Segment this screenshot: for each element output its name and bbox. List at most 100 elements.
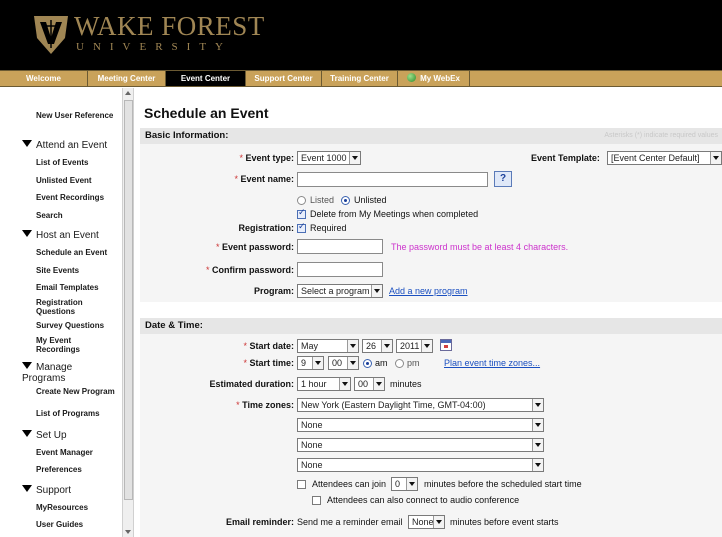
sidebar-item-user-guides[interactable]: User Guides [36, 520, 116, 529]
tab-welcome[interactable]: Welcome [0, 71, 88, 86]
sidebar-section-attend[interactable]: Attend an Event [22, 140, 120, 151]
email-reminder-value: None [412, 517, 434, 527]
time-zone-2-value: None [301, 420, 323, 430]
sidebar-item-list-of-events[interactable]: List of Events [36, 158, 116, 167]
time-zone-1-value: New York (Eastern Daylight Time, GMT-04:… [301, 400, 486, 410]
chevron-down-icon [532, 459, 543, 471]
tab-training-center[interactable]: Training Center [322, 71, 398, 86]
sidebar-section-support[interactable]: Support [22, 485, 120, 496]
sidebar-item-preferences[interactable]: Preferences [36, 465, 116, 474]
site-header: WAKE FOREST UNIVERSITY [0, 0, 722, 70]
time-zone-2-select[interactable]: None [297, 418, 544, 432]
sidebar-item-event-recordings[interactable]: Event Recordings [36, 193, 116, 202]
email-reminder-suffix: minutes before event starts [450, 517, 559, 527]
sidebar-scrollbar[interactable] [122, 88, 134, 537]
start-year-select[interactable]: 2011 [396, 339, 433, 353]
attendees-can-join-checkbox[interactable] [297, 480, 306, 489]
tab-support-center[interactable]: Support Center [246, 71, 322, 86]
basic-information-header: Basic Information: Asterisks (*) indicat… [140, 128, 722, 144]
sidebar-item-myresources[interactable]: MyResources [36, 503, 116, 512]
tab-training-center-label: Training Center [330, 74, 389, 83]
chevron-down-icon [532, 399, 543, 411]
registration-required-checkbox[interactable] [297, 222, 306, 233]
collapse-triangle-icon [22, 140, 32, 147]
start-month-select[interactable]: May [297, 339, 359, 353]
add-new-program-link[interactable]: Add a new program [389, 286, 468, 296]
sidebar-section-host[interactable]: Host an Event [22, 230, 120, 241]
join-minutes-select[interactable]: 0 [391, 477, 418, 491]
time-zone-4-value: None [301, 460, 323, 470]
am-radio[interactable] [363, 359, 372, 368]
confirm-password-input[interactable] [297, 262, 383, 277]
start-time-label: * Start time: [243, 358, 294, 368]
start-minute-value: 00 [332, 358, 343, 368]
delete-when-completed-checkbox[interactable] [297, 208, 306, 219]
start-time-label-text: Start time: [249, 358, 294, 368]
sidebar-item-registration-questions[interactable]: Registration Questions [36, 298, 116, 316]
sidebar-item-event-manager[interactable]: Event Manager [36, 448, 116, 457]
tab-my-webex[interactable]: My WebEx [398, 71, 470, 86]
collapse-triangle-icon [22, 230, 32, 237]
calendar-icon[interactable] [440, 339, 452, 351]
sidebar-scroll-thumb[interactable] [124, 100, 133, 500]
email-reminder-select[interactable]: None [408, 515, 445, 529]
unlisted-radio[interactable] [341, 196, 350, 205]
start-day-value: 26 [366, 341, 377, 351]
sidebar-section-setup-label: Set Up [36, 430, 67, 441]
registration-required-label: Required [310, 223, 347, 233]
plan-time-zones-link[interactable]: Plan event time zones... [444, 358, 540, 368]
sidebar-section-setup[interactable]: Set Up [22, 430, 120, 441]
required-asterisk: * [239, 153, 243, 163]
event-type-select[interactable]: Event 1000 [297, 151, 361, 165]
audio-conference-checkbox[interactable] [312, 496, 321, 505]
program-select[interactable]: Select a program [297, 284, 383, 298]
sidebar-item-unlisted-event[interactable]: Unlisted Event [36, 176, 116, 185]
start-minute-select[interactable]: 00 [328, 356, 359, 370]
start-year-value: 2011 [400, 341, 420, 351]
pm-radio[interactable] [395, 359, 404, 368]
sidebar-item-list-of-programs[interactable]: List of Programs [36, 409, 116, 418]
sidebar-item-email-templates[interactable]: Email Templates [36, 283, 116, 292]
tab-meeting-center[interactable]: Meeting Center [88, 71, 166, 86]
join-minutes-value: 0 [395, 479, 401, 489]
program-label: Program: [253, 286, 294, 296]
sidebar-item-survey-questions[interactable]: Survey Questions [36, 321, 116, 330]
scroll-down-arrow-icon[interactable] [125, 530, 131, 534]
start-hour-select[interactable]: 9 [297, 356, 324, 370]
scroll-up-arrow-icon[interactable] [125, 91, 131, 95]
tab-my-webex-label: My WebEx [420, 74, 460, 83]
date-time-panel: * Start date: May 26 2011 * Start time: … [140, 334, 722, 537]
start-day-select[interactable]: 26 [362, 339, 393, 353]
required-asterisk: * [243, 341, 247, 351]
listed-radio[interactable] [297, 196, 306, 205]
event-type-label-text: Event type: [245, 153, 294, 163]
time-zone-3-value: None [301, 440, 323, 450]
duration-minutes-select[interactable]: 00 [354, 377, 385, 391]
event-name-input[interactable] [297, 172, 488, 187]
duration-minutes-value: 00 [358, 379, 369, 389]
time-zone-4-select[interactable]: None [297, 458, 544, 472]
event-name-label: * Event name: [234, 174, 294, 184]
collapse-triangle-icon [22, 362, 32, 369]
wake-forest-shield-icon [34, 16, 68, 54]
sidebar-section-support-label: Support [36, 485, 72, 496]
audio-conference-label: Attendees can also connect to audio conf… [327, 495, 520, 505]
time-zone-1-select[interactable]: New York (Eastern Daylight Time, GMT-04:… [297, 398, 544, 412]
time-zone-3-select[interactable]: None [297, 438, 544, 452]
help-button[interactable]: ? [494, 171, 512, 187]
sidebar-item-my-event-recordings[interactable]: My Event Recordings [36, 336, 116, 354]
event-password-input[interactable] [297, 239, 383, 254]
chevron-down-icon [312, 357, 323, 369]
sidebar-item-create-new-program[interactable]: Create New Program [36, 387, 116, 396]
sidebar-item-new-user-reference[interactable]: New User Reference [36, 111, 116, 120]
sidebar-item-schedule-an-event[interactable]: Schedule an Event [36, 248, 116, 257]
password-hint: The password must be at least 4 characte… [391, 242, 569, 252]
tab-event-center[interactable]: Event Center [166, 71, 246, 86]
event-template-select[interactable]: [Event Center Default] [607, 151, 722, 165]
duration-hours-select[interactable]: 1 hour [297, 377, 351, 391]
sidebar-item-search[interactable]: Search [36, 211, 116, 220]
sidebar-section-manage-programs[interactable]: Manage Programs [22, 362, 112, 384]
sidebar-item-site-events[interactable]: Site Events [36, 266, 116, 275]
basic-information-title: Basic Information: [145, 130, 229, 141]
event-template-value: [Event Center Default] [611, 153, 700, 163]
